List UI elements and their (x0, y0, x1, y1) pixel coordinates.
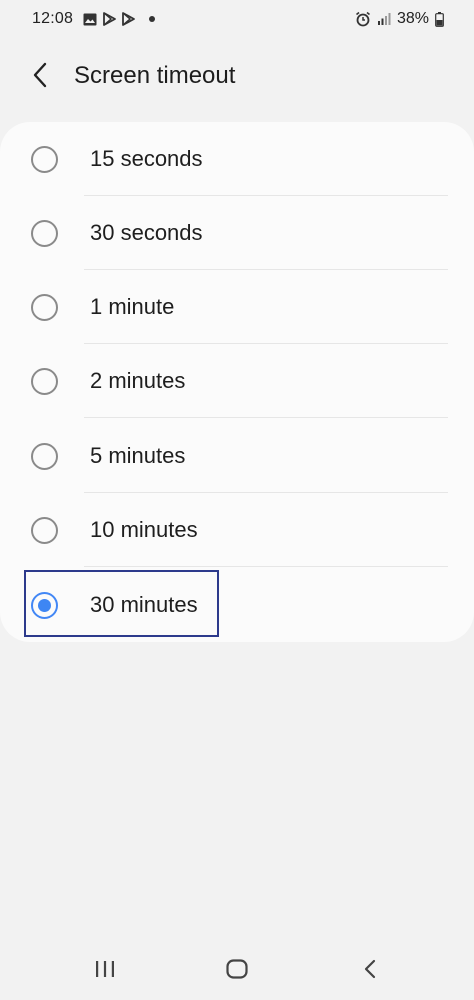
option-2-minutes[interactable]: 2 minutes (0, 344, 474, 418)
option-label: 30 minutes (90, 592, 198, 617)
home-icon (226, 958, 248, 984)
app-bar: Screen timeout (0, 48, 474, 104)
option-label: 5 minutes (90, 443, 186, 468)
dot-icon (149, 16, 155, 22)
signal-icon (377, 12, 391, 26)
option-1-minute[interactable]: 1 minute (0, 270, 474, 344)
home-button[interactable] (217, 956, 257, 986)
option-30-minutes[interactable]: 30 minutes (0, 568, 474, 642)
radio-button[interactable] (31, 368, 58, 395)
battery-icon (435, 11, 444, 27)
recent-apps-button[interactable] (85, 956, 125, 986)
chevron-left-icon (32, 62, 48, 93)
option-label: 30 seconds (90, 220, 203, 245)
option-5-minutes[interactable]: 5 minutes (0, 419, 474, 493)
radio-button[interactable] (31, 443, 58, 470)
option-15-seconds[interactable]: 15 seconds (0, 122, 474, 196)
back-icon (363, 959, 377, 984)
radio-button[interactable] (31, 220, 58, 247)
option-30-seconds[interactable]: 30 seconds (0, 196, 474, 270)
option-label: 1 minute (90, 294, 175, 319)
back-button[interactable] (20, 60, 60, 94)
option-label: 15 seconds (90, 146, 203, 171)
option-label: 10 minutes (90, 517, 198, 542)
recent-apps-icon (94, 960, 116, 983)
status-right: 38% (355, 10, 444, 28)
notification-icons (83, 12, 155, 26)
image-icon (83, 13, 97, 26)
option-label: 2 minutes (90, 368, 186, 393)
timeout-options-list: 15 seconds 30 seconds 1 minute 2 minutes… (0, 122, 474, 642)
navigation-bar (0, 940, 474, 1000)
battery-percent: 38% (396, 10, 429, 27)
radio-button[interactable] (31, 146, 58, 173)
play-store-icon (103, 12, 116, 26)
divider (84, 417, 448, 418)
option-10-minutes[interactable]: 10 minutes (0, 493, 474, 567)
status-bar: 12:08 38% (0, 0, 474, 38)
nav-back-button[interactable] (350, 956, 390, 986)
alarm-icon (355, 11, 371, 27)
status-time: 12:08 (32, 10, 74, 27)
page-title: Screen timeout (74, 62, 236, 89)
play-store-icon (122, 12, 135, 26)
divider (84, 566, 448, 567)
radio-button[interactable] (31, 294, 58, 321)
radio-button[interactable] (31, 517, 58, 544)
radio-button-selected[interactable] (31, 592, 58, 619)
